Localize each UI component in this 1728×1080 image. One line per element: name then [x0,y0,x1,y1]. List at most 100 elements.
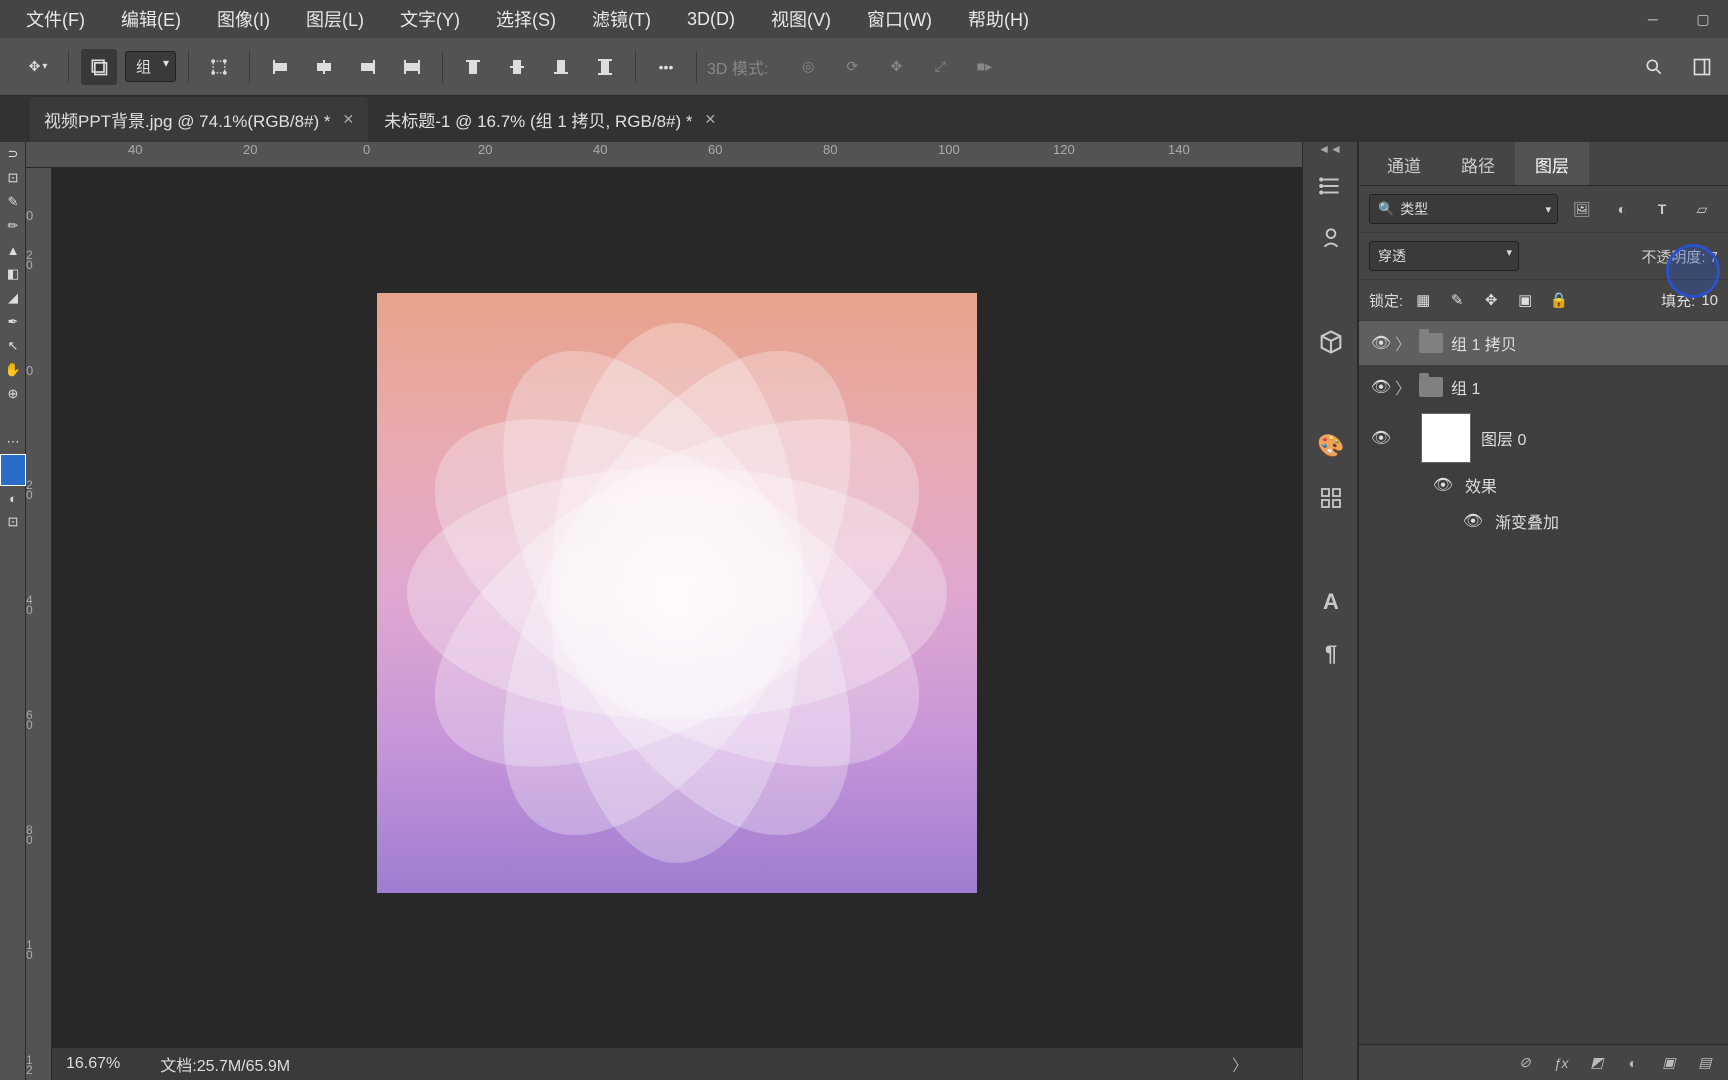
lasso-tool-icon[interactable]: ⊃ [0,142,26,166]
expand-panels-icon[interactable]: ◄◄ [1303,142,1357,160]
visibility-icon[interactable]: 👁 [1459,511,1487,531]
layer-group-1-copy[interactable]: 👁 〉 组 1 拷贝 [1359,321,1728,365]
artboard[interactable] [377,293,977,893]
new-group-icon[interactable]: ▣ [1654,1049,1684,1077]
3d-pan-icon[interactable]: ✥ [878,49,914,85]
canvas-stage[interactable] [52,168,1302,1080]
ellipsis-tool-icon[interactable]: ⋯ [0,430,26,454]
3d-orbit-icon[interactable]: ◎ [790,49,826,85]
close-icon[interactable]: ✕ [343,111,355,128]
lock-all-icon[interactable]: 🔒 [1545,288,1573,312]
filter-shape-icon[interactable]: ▱ [1686,195,1718,223]
libraries-panel-icon[interactable] [1303,472,1359,524]
opacity-label[interactable]: 不透明度: 7 [1641,246,1718,267]
layer-0[interactable]: 👁 图层 0 [1359,409,1728,467]
layer-effect-gradient-overlay[interactable]: 👁 渐变叠加 [1359,503,1728,539]
layer-mask-icon[interactable]: ◩ [1582,1049,1612,1077]
fill-label[interactable]: 填充: [1661,290,1695,311]
layer-style-icon[interactable]: ƒx [1546,1049,1576,1077]
gradient-tool-icon[interactable]: ◢ [0,286,26,310]
tab-document-2[interactable]: 未标题-1 @ 16.7% (组 1 拷贝, RGB/8#) * ✕ [370,97,730,142]
tab-document-1[interactable]: 视频PPT背景.jpg @ 74.1%(RGB/8#) * ✕ [30,97,368,142]
doc-size[interactable]: 文档:25.7M/65.9M [160,1052,290,1076]
character-panel-icon[interactable]: A [1303,576,1359,628]
align-bottom-icon[interactable] [543,49,579,85]
lock-artboard-icon[interactable]: ▣ [1511,288,1539,312]
lock-transparent-icon[interactable]: ▦ [1409,288,1437,312]
menu-file[interactable]: 文件(F) [8,6,103,32]
stamp-tool-icon[interactable]: ▲ [0,238,26,262]
align-right-icon[interactable] [350,49,386,85]
align-top-icon[interactable] [455,49,491,85]
tab-paths[interactable]: 路径 [1441,142,1515,185]
layer-thumbnail[interactable] [1421,413,1471,463]
3d-rotate-icon[interactable]: ⟳ [834,49,870,85]
screenmode-tool-icon[interactable]: ⊡ [0,510,26,534]
menu-help[interactable]: 帮助(H) [950,6,1047,32]
3d-scale-icon[interactable]: ⤢ [922,49,958,85]
brush-tool-icon[interactable]: ✏ [0,214,26,238]
layer-type-filter[interactable]: 🔍 类型 [1369,194,1558,224]
menu-3d[interactable]: 3D(D) [669,9,753,30]
ruler-horizontal[interactable]: 40 20 0 20 40 60 80 100 120 140 [26,142,1302,168]
filter-adjustment-icon[interactable]: ◐ [1606,195,1638,223]
menu-filter[interactable]: 滤镜(T) [574,6,669,32]
transform-controls-icon[interactable] [201,49,237,85]
align-left-icon[interactable] [262,49,298,85]
tab-layers[interactable]: 图层 [1515,142,1589,185]
align-middle-v-icon[interactable] [499,49,535,85]
pen-tool-icon[interactable]: ✒ [0,310,26,334]
adjustments-panel-icon[interactable] [1303,212,1359,264]
visibility-icon[interactable]: 👁 [1367,333,1395,353]
lock-position-icon[interactable]: ✥ [1477,288,1505,312]
menu-type[interactable]: 文字(Y) [382,6,478,32]
window-minimize-button[interactable]: ─ [1628,5,1678,33]
swatches-panel-icon[interactable]: 🎨 [1303,420,1359,472]
visibility-icon[interactable]: 👁 [1367,377,1395,397]
blank-panel-icon[interactable] [1303,524,1359,576]
filter-image-icon[interactable]: 🖼 [1566,195,1598,223]
menu-view[interactable]: 视图(V) [753,6,849,32]
crop-tool-icon[interactable]: ⊡ [0,166,26,190]
paragraph-panel-icon[interactable]: ¶ [1303,628,1359,680]
chevron-right-icon[interactable]: 〉 [1395,331,1411,355]
tab-channels[interactable]: 通道 [1367,142,1441,185]
lock-pixels-icon[interactable]: ✎ [1443,288,1471,312]
align-center-h-icon[interactable] [306,49,342,85]
window-maximize-button[interactable]: ▢ [1678,5,1728,33]
mask-tool-icon[interactable]: ◐ [0,486,26,510]
auto-select-dropdown[interactable]: 组 [125,51,176,82]
menu-image[interactable]: 图像(I) [199,6,288,32]
auto-select-layers-icon[interactable] [81,49,117,85]
menu-layer[interactable]: 图层(L) [288,6,382,32]
fill-value[interactable]: 10 [1701,292,1718,309]
ruler-vertical[interactable]: 0 20 0 20 40 60 80 10 12 [26,168,52,1080]
history-panel-icon[interactable] [1303,160,1359,212]
3d-camera-icon[interactable]: ■▸ [966,49,1002,85]
link-layers-icon[interactable]: ⊘ [1510,1049,1540,1077]
blank-panel-icon[interactable] [1303,368,1359,420]
status-chevron-icon[interactable]: 〉 [1232,1052,1248,1076]
search-icon[interactable] [1636,49,1672,85]
close-icon[interactable]: ✕ [704,111,716,128]
align-stretch-v-icon[interactable] [587,49,623,85]
blank-panel-icon[interactable] [1303,264,1359,316]
blank-tool[interactable] [0,406,26,430]
layer-group-1[interactable]: 👁 〉 组 1 [1359,365,1728,409]
menu-select[interactable]: 选择(S) [478,6,574,32]
filter-text-icon[interactable]: T [1646,195,1678,223]
path-tool-icon[interactable]: ↖ [0,334,26,358]
rect-tool-selected-icon[interactable] [0,454,26,486]
new-layer-icon[interactable]: ▤ [1690,1049,1720,1077]
zoom-tool-icon[interactable]: ⊕ [0,382,26,406]
hand-tool-icon[interactable]: ✋ [0,358,26,382]
layer-effects[interactable]: 👁 效果 [1359,467,1728,503]
blend-mode-select[interactable]: 穿透 [1369,241,1519,271]
move-tool-icon[interactable]: ✥▾ [20,49,56,85]
visibility-icon[interactable]: 👁 [1429,475,1457,495]
visibility-icon[interactable]: 👁 [1367,428,1395,448]
menu-edit[interactable]: 编辑(E) [103,6,199,32]
chevron-right-icon[interactable]: 〉 [1395,375,1411,399]
3d-panel-icon[interactable] [1303,316,1359,368]
zoom-level[interactable]: 16.67% [66,1055,120,1073]
